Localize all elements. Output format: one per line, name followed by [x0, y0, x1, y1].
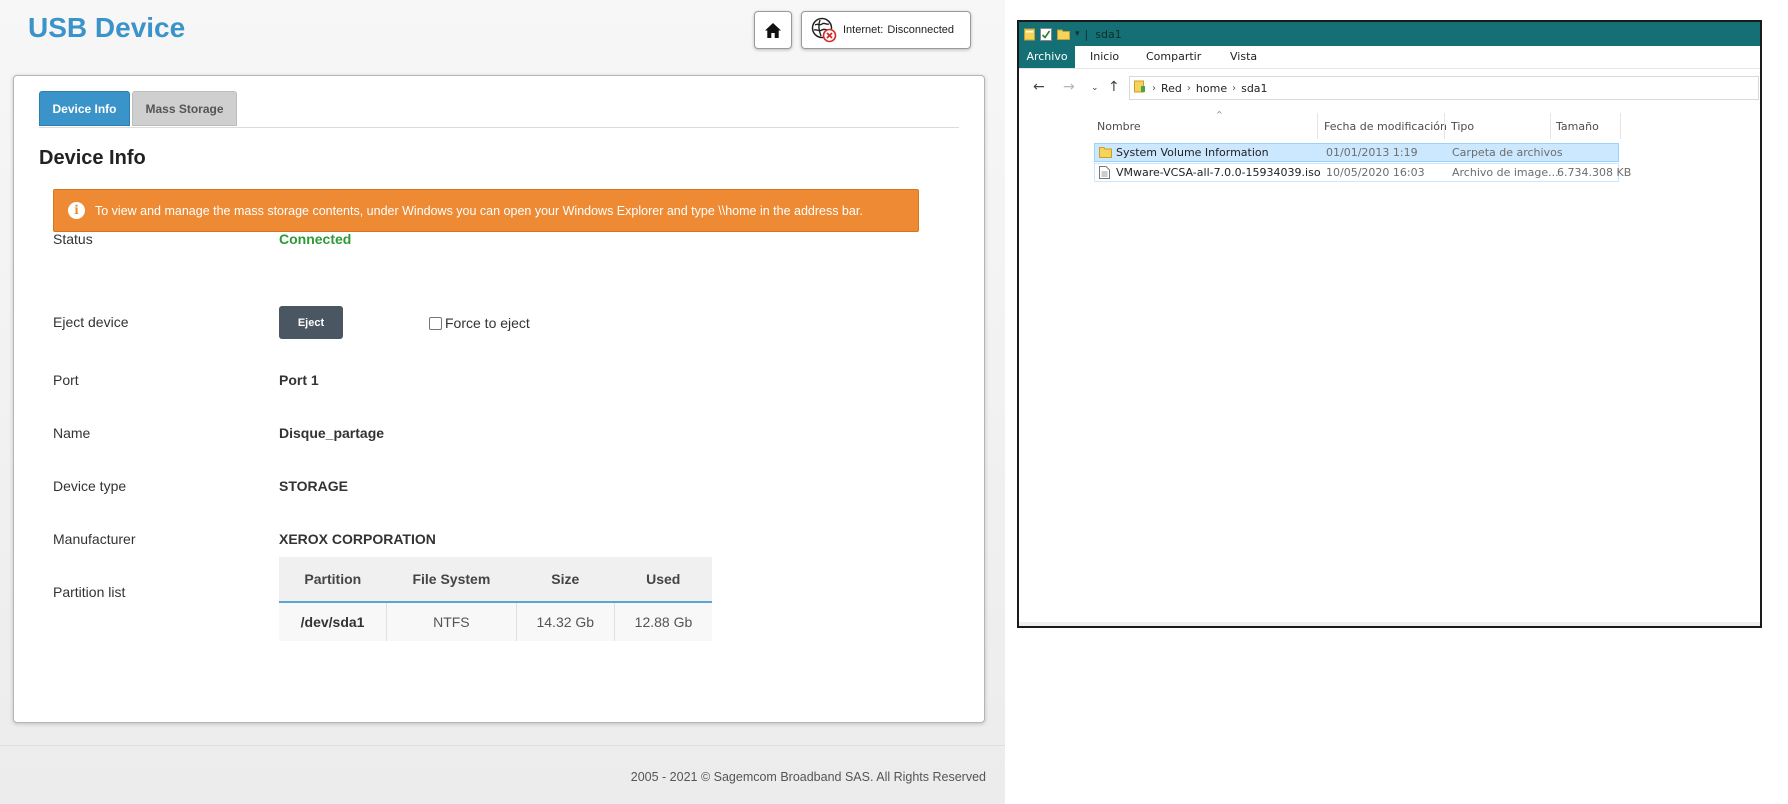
section-title: Device Info [39, 147, 146, 169]
internet-status-button[interactable]: Internet: Disconnected [801, 11, 971, 49]
ribbon-tab-compartir[interactable]: Compartir [1146, 46, 1201, 68]
size-cell: 14.32 Gb [516, 602, 615, 641]
file-icon [1099, 166, 1110, 182]
breadcrumb-red[interactable]: Red [1161, 82, 1182, 95]
ribbon-tabs: Archivo Inicio Compartir Vista [1019, 46, 1760, 69]
manufacturer-label: Manufacturer [53, 531, 136, 547]
ribbon-tab-archivo[interactable]: Archivo [1019, 46, 1075, 68]
properties-icon[interactable] [1040, 27, 1052, 41]
customize-dropdown-icon[interactable]: ▾ [1075, 29, 1080, 39]
partition-list-label: Partition list [53, 584, 126, 600]
folder-icon [1099, 146, 1112, 161]
file-type: Archivo de image... [1452, 166, 1559, 179]
breadcrumb-home[interactable]: home [1196, 82, 1227, 95]
list-item[interactable]: System Volume Information 01/01/2013 1:1… [1094, 143, 1619, 162]
manufacturer-value: XEROX CORPORATION [279, 531, 436, 547]
copyright-footer: 2005 - 2021 © Sagemcom Broadband SAS. Al… [630, 770, 986, 784]
chevron-right-icon: › [1232, 82, 1237, 94]
name-label: Name [53, 425, 91, 441]
back-arrow-icon[interactable]: ← [1033, 79, 1045, 95]
file-date: 10/05/2020 16:03 [1326, 166, 1425, 179]
checkbox-box[interactable] [429, 316, 442, 330]
eject-label: Eject device [53, 314, 129, 330]
window-title: sda1 [1095, 27, 1122, 41]
file-date: 01/01/2013 1:19 [1326, 146, 1418, 159]
filesystem-cell: NTFS [386, 602, 517, 641]
page-title: USB Device [28, 12, 186, 43]
ribbon-tab-inicio[interactable]: Inicio [1090, 46, 1119, 68]
new-folder-icon[interactable] [1057, 28, 1070, 40]
column-divider[interactable] [1444, 113, 1445, 139]
file-type: Carpeta de archivos [1452, 146, 1563, 159]
tab-mass-storage[interactable]: Mass Storage [132, 91, 237, 126]
sort-ascending-icon: ^ [1216, 110, 1223, 119]
title-separator: | [1084, 27, 1089, 41]
column-header: File System [386, 557, 517, 603]
explorer-titlebar: ▾ | sda1 [1019, 22, 1760, 46]
internet-label: Internet: [843, 24, 884, 36]
partition-cell: /dev/sda1 [279, 602, 388, 641]
alert-text: To view and manage the mass storage cont… [95, 203, 863, 218]
file-name: System Volume Information [1116, 146, 1269, 159]
file-explorer-window: ▾ | sda1 Archivo Inicio Compartir Vista … [1017, 20, 1762, 628]
breadcrumb-sda1[interactable]: sda1 [1241, 82, 1267, 95]
footer-divider [0, 745, 1005, 746]
column-divider[interactable] [1550, 113, 1551, 139]
file-name: VMware-VCSA-all-7.0.0-15934039.iso [1116, 166, 1321, 179]
port-value: Port 1 [279, 372, 319, 388]
globe-disconnected-icon [811, 17, 837, 43]
name-value: Disque_partage [279, 425, 385, 441]
device-card: Device Info Mass Storage Device Info i T… [13, 75, 985, 723]
up-arrow-icon[interactable]: ↑ [1108, 79, 1120, 95]
address-bar[interactable]: › Red › home › sda1 [1129, 76, 1759, 100]
partition-table: Partition File System Size Used /dev/sda… [279, 557, 712, 641]
table-header-row: Partition File System Size Used [279, 557, 712, 603]
ribbon-tab-vista[interactable]: Vista [1230, 46, 1257, 68]
list-item[interactable]: VMware-VCSA-all-7.0.0-15934039.iso 10/05… [1094, 163, 1631, 182]
chevron-right-icon: › [1186, 82, 1191, 94]
explorer-bottom-edge [1019, 622, 1760, 626]
port-label: Port [53, 372, 79, 388]
internet-status-text: Disconnected [887, 24, 955, 36]
column-divider[interactable] [1317, 113, 1318, 139]
column-header: Used [614, 557, 712, 603]
tab-device-info[interactable]: Device Info [39, 91, 130, 126]
force-eject-label: Force to eject [445, 315, 530, 331]
chevron-down-icon[interactable]: ⌄ [1091, 83, 1099, 93]
info-alert: i To view and manage the mass storage co… [53, 189, 919, 232]
column-divider[interactable] [1620, 113, 1621, 139]
navigation-bar: ← → ⌄ ↑ › Red › home › sda1 [1019, 69, 1760, 105]
status-label: Status [53, 231, 93, 247]
router-panel: USB Device Internet: Disconnected Device… [0, 0, 1005, 804]
quick-access-toolbar: ▾ | [1019, 27, 1093, 41]
chevron-right-icon: › [1152, 82, 1156, 94]
info-icon: i [68, 202, 85, 219]
tab-bar: Device Info Mass Storage [39, 91, 959, 128]
force-eject-checkbox[interactable]: Force to eject [429, 315, 530, 331]
eject-button[interactable]: Eject [279, 306, 343, 339]
home-button[interactable] [754, 11, 792, 49]
used-cell: 12.88 Gb [614, 602, 712, 641]
table-row: /dev/sda1 NTFS 14.32 Gb 12.88 Gb [279, 602, 712, 641]
column-header: Size [516, 557, 615, 603]
column-header: Partition [279, 557, 387, 603]
file-size: 6.734.308 KB [1557, 166, 1632, 179]
home-icon [765, 22, 781, 38]
forward-arrow-icon[interactable]: → [1063, 79, 1075, 95]
folder-app-icon[interactable] [1024, 28, 1035, 41]
device-type-label: Device type [53, 478, 127, 494]
device-type-value: STORAGE [279, 478, 348, 494]
status-value: Connected [279, 231, 352, 247]
folder-breadcrumb-icon [1134, 80, 1146, 96]
